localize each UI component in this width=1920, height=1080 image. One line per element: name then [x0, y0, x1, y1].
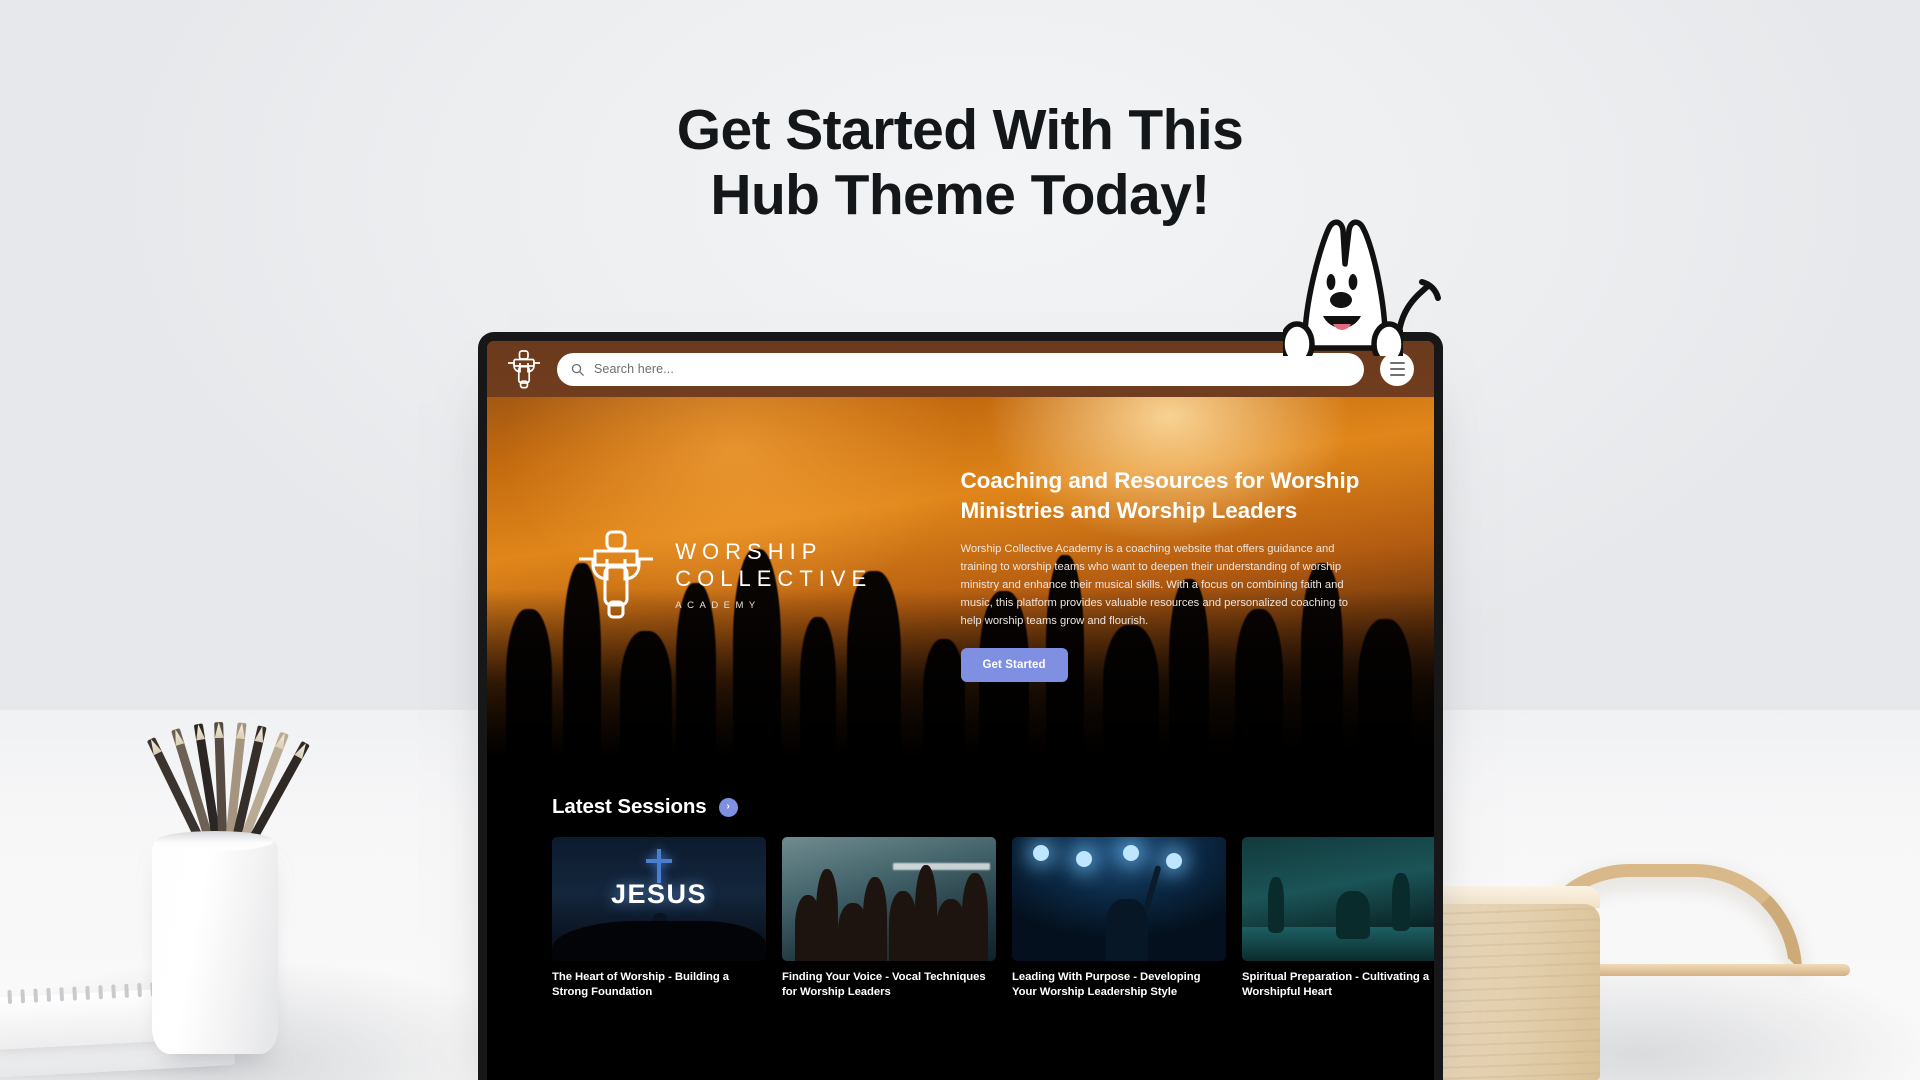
crowd-silhouette: [552, 921, 766, 961]
laptop-mockup: WORSHIP COLLECTIVE ACADEMY Coaching and …: [478, 332, 1443, 1080]
cross-icon: [646, 849, 672, 883]
brand-word-2: COLLECTIVE: [675, 566, 873, 591]
hero-section: WORSHIP COLLECTIVE ACADEMY Coaching and …: [487, 341, 1434, 759]
headline-line-2: Hub Theme Today!: [710, 162, 1210, 227]
search-placeholder-text: Search here...: [594, 362, 674, 376]
hero-description: Worship Collective Academy is a coaching…: [960, 542, 1348, 628]
pencil-cup: [152, 831, 278, 1054]
session-title: Finding Your Voice - Vocal Techniques fo…: [782, 971, 986, 999]
session-thumbnail: [782, 837, 996, 961]
chevron-right-icon[interactable]: ›: [718, 797, 738, 817]
thumbnail-overlay-text: JESUS: [610, 879, 708, 909]
hero-title: Coaching and Resources for Worship Minis…: [960, 467, 1360, 523]
session-card-list: JESUS The Heart of Worship - Building a …: [487, 837, 1434, 1001]
get-started-button[interactable]: Get Started: [960, 648, 1068, 683]
thumbnail-screen-text: [893, 863, 990, 870]
session-title: Leading With Purpose - Developing Your W…: [1012, 971, 1201, 999]
hero-brand-area: WORSHIP COLLECTIVE ACADEMY: [487, 526, 961, 622]
session-thumbnail: [1242, 837, 1434, 961]
brand-wordmark: WORSHIP COLLECTIVE ACADEMY: [675, 538, 872, 611]
search-input[interactable]: Search here...: [557, 352, 1364, 386]
raised-arm-silhouette: [1142, 865, 1162, 913]
latest-sessions-heading: Latest Sessions ›: [487, 795, 1434, 819]
page-headline: Get Started With This Hub Theme Today!: [0, 98, 1920, 228]
worship-collective-logo-icon: [575, 526, 657, 622]
latest-sessions-title: Latest Sessions: [552, 795, 707, 818]
list-item[interactable]: Spiritual Preparation - Cultivating a Wo…: [1242, 837, 1434, 1001]
list-item[interactable]: JESUS The Heart of Worship - Building a …: [552, 837, 766, 1001]
rabbit-mascot-icon: [1283, 216, 1403, 356]
brand-lockup: WORSHIP COLLECTIVE ACADEMY: [575, 526, 872, 622]
hero-copy-area: Coaching and Resources for Worship Minis…: [960, 466, 1435, 683]
list-item[interactable]: Finding Your Voice - Vocal Techniques fo…: [782, 837, 996, 1001]
session-title: The Heart of Worship - Building a Strong…: [552, 971, 730, 999]
session-thumbnail: [1012, 837, 1226, 961]
brand-word-3: ACADEMY: [675, 599, 761, 611]
list-item[interactable]: Leading With Purpose - Developing Your W…: [1012, 837, 1226, 1001]
session-title: Spiritual Preparation - Cultivating a Wo…: [1242, 971, 1430, 999]
session-thumbnail: JESUS: [552, 837, 766, 961]
hero-content: WORSHIP COLLECTIVE ACADEMY Coaching and …: [487, 341, 1434, 759]
headline-line-1: Get Started With This: [676, 98, 1244, 162]
search-icon: [571, 363, 584, 376]
nav-logo-icon[interactable]: [507, 349, 541, 389]
brand-word-1: WORSHIP: [675, 538, 823, 564]
singer-silhouette: [1106, 899, 1149, 961]
website-screen: WORSHIP COLLECTIVE ACADEMY Coaching and …: [487, 341, 1434, 1080]
hamburger-menu-icon[interactable]: [1380, 352, 1414, 386]
latest-sessions-section: Latest Sessions › JESUS The Heart of Wor…: [487, 759, 1434, 1080]
